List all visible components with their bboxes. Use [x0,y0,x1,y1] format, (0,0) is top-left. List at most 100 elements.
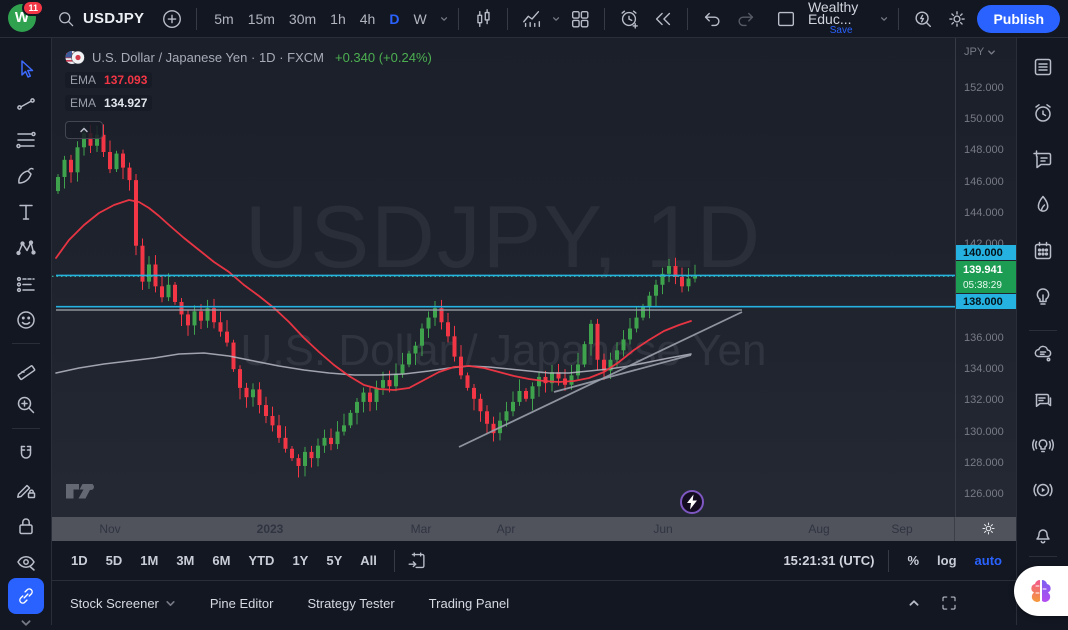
brush-icon [14,164,38,188]
layout-name-control[interactable]: Wealthy Educ... Save [808,1,874,37]
range-button-6m[interactable]: 6M [203,548,239,574]
alerts-button[interactable] [1028,98,1058,128]
layout-menu-chevron-down-icon[interactable] [880,13,888,25]
interval-button-30m[interactable]: 30m [282,6,323,32]
bottom-toolbar-right: 15:21:31 (UTC) % log auto [783,550,1006,572]
layout-select-button[interactable] [772,5,800,33]
chat-button[interactable] [1028,385,1058,415]
zoom-in-tool-button[interactable] [11,390,41,420]
last-price-label[interactable]: 139.941 [956,261,1016,278]
symbol-search[interactable]: USDJPY [48,5,152,33]
redo-button[interactable] [732,5,760,33]
price-level-label-upper[interactable]: 140.000 [956,245,1016,260]
log-scale-toggle[interactable]: log [933,551,961,570]
hotlists-button[interactable] [1028,190,1058,220]
trend-line-tool-button[interactable] [11,89,41,119]
live-ideas-button[interactable] [1028,430,1058,460]
stay-in-drawing-mode-button[interactable] [11,475,41,505]
candlestick-chart-icon [472,8,494,30]
lightning-publish-idea-button[interactable] [679,489,705,517]
range-button-3m[interactable]: 3M [167,548,203,574]
create-alert-button[interactable] [615,5,643,33]
layout-save-label[interactable]: Save [830,25,853,37]
watchlist-button[interactable] [1028,52,1058,82]
ideas-button[interactable] [1028,282,1058,312]
interval-button-W[interactable]: W [406,6,433,32]
fullscreen-icon[interactable] [940,594,958,612]
compare-add-symbol-button[interactable] [158,5,186,33]
range-button-ytd[interactable]: YTD [239,548,283,574]
drawing-toolbar-collapse-button[interactable] [11,616,41,630]
publish-button[interactable]: Publish [977,5,1060,33]
indicators-button[interactable] [518,5,546,33]
alarm-clock-icon [1031,101,1055,125]
text-tool-button[interactable] [11,197,41,227]
measure-tool-button[interactable] [11,354,41,384]
thought-cloud-icon [1031,342,1055,366]
chart-plot-area[interactable]: USDJPY, 1D U.S. Dollar / Japanese Yen U.… [52,38,955,517]
interval-button-D[interactable]: D [382,6,406,32]
interval-button-5m[interactable]: 5m [207,6,240,32]
price-axis[interactable]: JPY 152.000150.000148.000146.000144.0001… [955,38,1016,517]
interval-button-4h[interactable]: 4h [353,6,383,32]
brush-tool-button[interactable] [11,161,41,191]
brain-icon [1026,576,1056,606]
range-button-1d[interactable]: 1D [62,548,97,574]
price-level-label-lower[interactable]: 138.000 [956,294,1016,309]
price-tick: 126.000 [964,488,1004,500]
status-bar-tabs: Stock Screener Pine Editor Strategy Tester… [70,596,509,611]
legend-symbol-row[interactable]: U.S. Dollar / Japanese Yen · 1D · FXCM +… [65,50,432,65]
cursor-tool-button[interactable] [11,54,41,84]
emoji-tool-button[interactable] [11,305,41,335]
tab-strategy-tester[interactable]: Strategy Tester [307,596,394,611]
interval-button-1h[interactable]: 1h [323,6,353,32]
minds-button[interactable] [1028,339,1058,369]
range-button-5d[interactable]: 5D [97,548,132,574]
lock-all-drawings-button[interactable] [11,511,41,541]
tab-stock-screener[interactable]: Stock Screener [70,596,176,611]
tab-pine-editor[interactable]: Pine Editor [210,596,274,611]
price-axis-currency[interactable]: JPY [964,46,996,58]
range-button-5y[interactable]: 5Y [317,548,351,574]
time-tick-nov: Nov [99,522,120,536]
range-button-1y[interactable]: 1Y [283,548,317,574]
quick-search-button[interactable] [909,5,937,33]
user-avatar[interactable]: W 11 [8,4,38,34]
notes-button[interactable] [1028,144,1058,174]
bar-replay-button[interactable] [649,5,677,33]
percent-scale-toggle[interactable]: % [903,551,923,570]
clock-utc[interactable]: 15:21:31 (UTC) [783,553,874,568]
interval-buttons: 5m15m30m1h4hDW [207,6,433,32]
chart-settings-button[interactable] [943,5,971,33]
layout-grid-button[interactable] [566,5,594,33]
legend-indicator-row[interactable]: EMA 134.927 [65,95,152,111]
calendar-button[interactable] [1028,236,1058,266]
go-to-date-button[interactable] [403,547,431,575]
grid-layout-icon [569,8,591,30]
time-tick-mar: Mar [411,522,432,536]
chart-style-button[interactable] [469,5,497,33]
interval-button-15m[interactable]: 15m [241,6,282,32]
undo-button[interactable] [698,5,726,33]
hide-all-drawings-button[interactable] [11,547,41,577]
indicators-menu-chevron-down-icon[interactable] [552,13,560,25]
forecast-tool-button[interactable] [11,269,41,299]
tab-trading-panel[interactable]: Trading Panel [429,596,509,611]
magnet-mode-button[interactable] [11,439,41,469]
ai-assistant-button[interactable] [1014,566,1068,616]
interval-menu-chevron-down-icon[interactable] [440,13,448,25]
range-button-all[interactable]: All [351,548,386,574]
time-axis[interactable]: Nov2023MarAprJunAugSep [52,517,1016,541]
fib-retracement-tool-button[interactable] [11,125,41,155]
panel-expand-chevron-up-icon[interactable] [906,597,922,609]
pane-collapse-button[interactable] [65,121,103,139]
legend-indicator-row[interactable]: EMA 137.093 [65,72,152,88]
notifications-button[interactable] [1028,519,1058,549]
range-button-1m[interactable]: 1M [131,548,167,574]
time-axis-settings-button[interactable] [980,520,997,537]
auto-scale-toggle[interactable]: auto [971,551,1006,570]
toolbar-separator [394,550,395,572]
streams-button[interactable] [1028,475,1058,505]
pattern-tool-button[interactable] [11,233,41,263]
object-tree-sync-button[interactable] [8,578,44,614]
